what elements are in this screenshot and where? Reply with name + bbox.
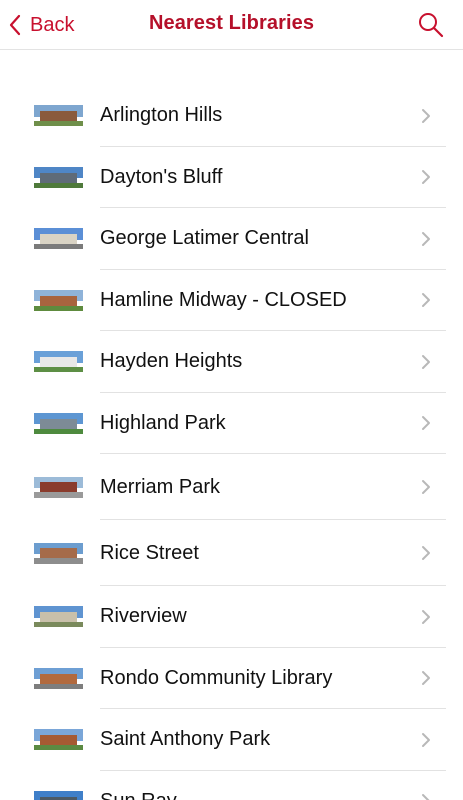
list-item[interactable]: Hayden Heights: [0, 331, 463, 393]
library-name: Riverview: [100, 605, 187, 628]
library-name: Rice Street: [100, 541, 199, 564]
back-button-label: Back: [30, 13, 75, 36]
library-thumbnail: [34, 351, 83, 373]
library-thumbnail: [34, 412, 83, 434]
chevron-right-icon: [422, 546, 430, 560]
list-item[interactable]: Sun Ray: [0, 771, 463, 800]
search-icon[interactable]: [417, 11, 445, 39]
list-item[interactable]: Highland Park: [0, 393, 463, 454]
library-thumbnail: [34, 476, 83, 498]
chevron-right-icon: [422, 354, 430, 369]
chevron-right-icon: [422, 108, 430, 123]
navigation-bar: Back Nearest Libraries: [0, 0, 463, 50]
chevron-right-icon: [422, 732, 430, 747]
library-name: Saint Anthony Park: [100, 728, 271, 751]
chevron-right-icon: [422, 609, 430, 624]
library-name: Hamline Midway - CLOSED: [100, 288, 347, 311]
chevron-right-icon: [422, 293, 430, 308]
library-thumbnail: [34, 667, 83, 689]
library-name: Rondo Community Library: [100, 666, 333, 689]
list-item[interactable]: George Latimer Central: [0, 208, 463, 270]
chevron-right-icon: [422, 231, 430, 246]
chevron-right-icon: [422, 794, 430, 800]
library-thumbnail: [34, 790, 83, 800]
library-name: George Latimer Central: [100, 227, 309, 250]
library-list: Arlington Hills Dayton's Bluff George Lati…: [0, 85, 463, 800]
chevron-right-icon: [422, 170, 430, 185]
chevron-right-icon: [422, 671, 430, 686]
library-thumbnail: [34, 729, 83, 751]
list-item[interactable]: Dayton's Bluff: [0, 147, 463, 208]
list-item[interactable]: Riverview: [0, 586, 463, 648]
library-thumbnail: [34, 606, 83, 628]
library-thumbnail: [34, 542, 83, 564]
library-thumbnail: [34, 105, 83, 127]
library-thumbnail: [34, 166, 83, 188]
list-item[interactable]: Rice Street: [0, 520, 463, 586]
library-thumbnail: [34, 228, 83, 250]
library-name: Merriam Park: [100, 475, 221, 498]
library-name: Dayton's Bluff: [100, 165, 223, 188]
list-item[interactable]: Hamline Midway - CLOSED: [0, 270, 463, 331]
library-name: Sun Ray: [100, 790, 177, 800]
chevron-right-icon: [422, 416, 430, 431]
library-thumbnail: [34, 289, 83, 311]
list-item[interactable]: Rondo Community Library: [0, 648, 463, 709]
list-item[interactable]: Merriam Park: [0, 454, 463, 520]
chevron-left-icon: [9, 14, 21, 36]
list-item[interactable]: Saint Anthony Park: [0, 709, 463, 771]
library-name: Highland Park: [100, 411, 226, 434]
chevron-right-icon: [422, 480, 430, 494]
library-name: Arlington Hills: [100, 104, 223, 127]
library-name: Hayden Heights: [100, 350, 243, 373]
back-button[interactable]: Back: [8, 10, 74, 40]
list-item[interactable]: Arlington Hills: [0, 85, 463, 147]
